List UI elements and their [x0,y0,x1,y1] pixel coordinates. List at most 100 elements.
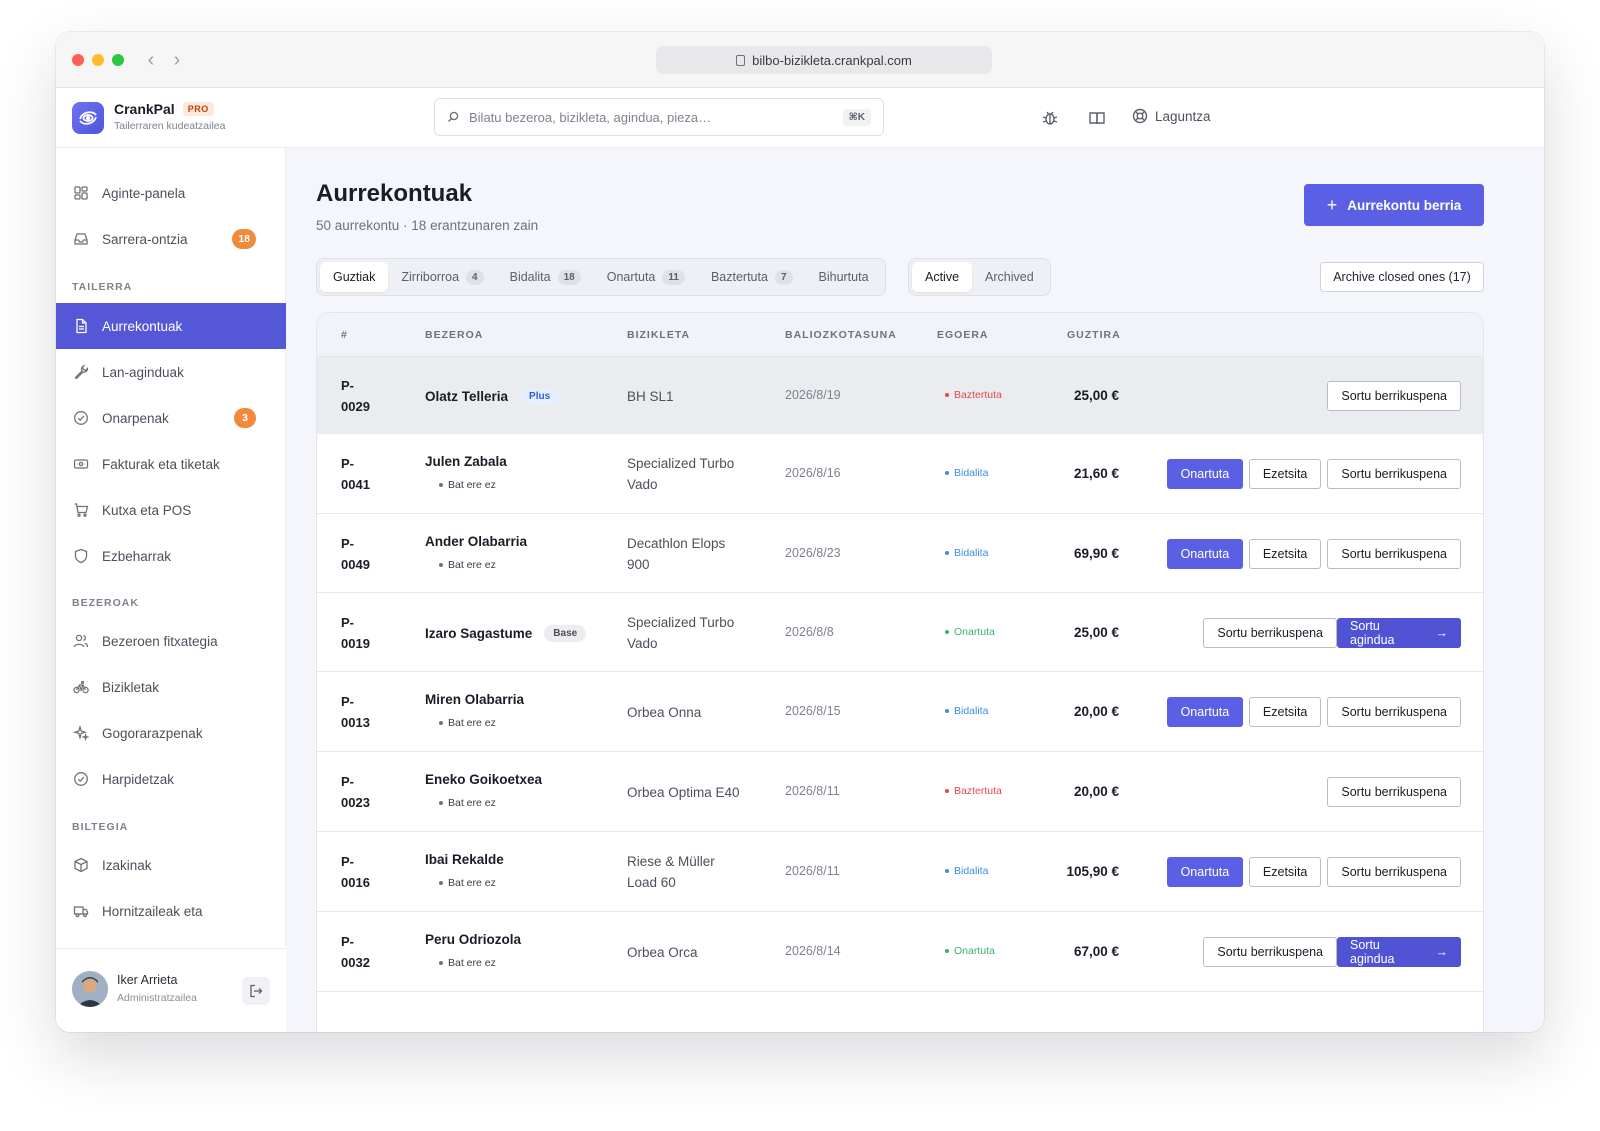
sidebar-item-approvals[interactable]: Onarpenak 3 [56,395,286,441]
tab-active[interactable]: Active [912,262,973,292]
quote-id-prefix: P- [341,934,354,949]
customer-name-cell[interactable]: Ander Olabarria [425,534,527,549]
sidebar-item-dashboard[interactable]: Aginte-panela [56,170,286,216]
create-revision-button[interactable]: Sortu berrikuspena [1203,937,1337,967]
sidebar-item-customers[interactable]: Bezeroen fitxategia [56,618,286,664]
archive-closed-button[interactable]: Archive closed ones (17) [1320,262,1484,292]
customer-name-cell[interactable]: Ibai Rekalde [425,852,504,867]
table-row[interactable]: P- 0023 Eneko Goikoetxea Bat ere ez Orbe… [317,752,1483,832]
reject-button[interactable]: Ezetsita [1248,459,1322,489]
create-revision-button[interactable]: Sortu berrikuspena [1203,617,1337,648]
tab-sent[interactable]: Bidalita 18 [497,262,594,292]
sidebar-item-stock[interactable]: Izakinak [56,842,286,888]
create-revision-button[interactable]: Sortu berrikuspena [1327,459,1461,489]
logout-button[interactable] [242,977,270,1005]
tab-approved[interactable]: Onartuta 11 [594,262,698,292]
table-row[interactable]: P- 0029 Olatz Telleria Plus BH SL1 2026/8/… [317,357,1483,434]
create-revision-button[interactable]: Sortu berrikuspena [1327,380,1461,411]
app-logo-icon[interactable] [72,102,104,134]
help-button[interactable]: Laguntza [1132,108,1211,124]
tab-label: Bihurtuta [818,270,869,284]
reject-button[interactable]: Ezetsita [1248,697,1322,727]
column-header[interactable]: BALIOZKOTASUNA [785,329,897,341]
quote-id[interactable]: P- 0029 [341,375,381,417]
reject-button[interactable]: Ezetsita [1248,538,1322,569]
sidebar-item-reminders[interactable]: Gogorarazpenak [56,710,286,756]
customer-name-cell[interactable]: Julen Zabala [425,454,507,469]
approve-button[interactable]: Onartuta [1166,697,1243,727]
sidebar-item-subscriptions[interactable]: Harpidetzak [56,756,286,802]
column-header[interactable]: BIZIKLETA [627,329,690,341]
logout-icon [250,984,263,998]
customer-name-cell[interactable]: Miren Olabarria [425,692,524,707]
sidebar-item-incidents[interactable]: Ezbeharrak [56,533,286,579]
create-order-button[interactable]: Sortu agindua → [1337,617,1461,648]
quote-id-number: 0029 [341,398,370,414]
approve-button[interactable]: Onartuta [1166,459,1243,489]
tab-count: 4 [466,269,484,285]
quote-id[interactable]: P- 0049 [341,533,381,575]
quote-id[interactable]: P- 0032 [341,931,381,973]
status-badge: Baztertuta [945,389,1002,401]
column-header[interactable]: EGOERA [937,329,989,341]
sidebar-item-pos[interactable]: Kutxa eta POS [56,487,286,533]
book-icon[interactable] [1087,108,1107,128]
back-arrow-icon[interactable]: ‹ [140,46,162,74]
sidebar-item-bikes[interactable]: Bizikletak [56,664,286,710]
approve-button[interactable]: Onartuta [1166,538,1243,569]
address-bar[interactable]: bilbo-bizikleta.crankpal.com [656,46,992,74]
quote-id[interactable]: P- 0019 [341,612,381,654]
customer-name-cell[interactable]: Eneko Goikoetxea [425,772,542,787]
total-amount: 69,90 € [1073,545,1119,561]
table-row[interactable]: P- 0013 Miren Olabarria Bat ere ez Orbea… [317,672,1483,752]
tab-converted[interactable]: Bihurtuta [806,262,882,292]
create-revision-button[interactable]: Sortu berrikuspena [1327,697,1461,727]
tab-all[interactable]: Guztiak [320,262,389,292]
customer-plan-none: Bat ere ez [439,479,496,491]
sidebar-item-inbox[interactable]: Sarrera-ontzia 18 [56,216,286,262]
app-header: CrankPal PRO Tailerraren kudeatzailea Bi… [56,88,1544,148]
status-dot-icon [945,392,949,397]
customer-name-cell[interactable]: Olatz Telleria Plus [425,387,560,405]
create-revision-button[interactable]: Sortu berrikuspena [1327,777,1461,807]
approve-button[interactable]: Onartuta [1166,857,1243,887]
create-revision-button[interactable]: Sortu berrikuspena [1327,538,1461,569]
table-row[interactable]: P- 0019 Izaro Sagastume Base Specialized … [317,593,1483,672]
sidebar-item-invoices[interactable]: Fakturak eta tiketak [56,441,286,487]
table-row[interactable]: P- 0041 Julen Zabala Bat ere ez Speciali… [317,434,1483,514]
table-row[interactable]: P- 0049 Ander Olabarria Bat ere ez Decat… [317,514,1483,593]
column-header[interactable]: GUZTIRA [1067,329,1121,341]
status-dot-icon [945,949,949,953]
new-quote-button[interactable]: + Aurrekontu berria [1304,184,1484,226]
quote-id[interactable]: P- 0041 [341,453,381,495]
avatar[interactable] [72,971,108,1007]
table-row[interactable]: P- 0016 Ibai Rekalde Bat ere ez Riese & … [317,832,1483,912]
quote-id[interactable]: P- 0013 [341,691,381,733]
maximize-window-button[interactable] [112,54,124,66]
tab-archived[interactable]: Archived [972,262,1047,292]
sidebar-item-label: Izakinak [102,857,152,873]
close-window-button[interactable] [72,54,84,66]
view-filter-tabs: Active Archived [908,258,1051,296]
column-header[interactable]: BEZEROA [425,329,483,341]
search-input[interactable]: Bilatu bezeroa, bizikleta, agindua, piez… [434,98,884,136]
status-badge: Baztertuta [945,785,1002,797]
quote-id[interactable]: P- 0023 [341,771,381,813]
customer-name-cell[interactable]: Peru Odriozola [425,932,521,947]
plan-badge: Base [544,624,587,642]
tab-rejected[interactable]: Baztertuta 7 [698,262,806,292]
quote-id[interactable]: P- 0016 [341,851,381,893]
forward-arrow-icon[interactable]: › [166,46,188,74]
customer-name: Ibai Rekalde [425,852,504,867]
table-row[interactable]: P- 0032 Peru Odriozola Bat ere ez Orbea … [317,912,1483,992]
create-order-button[interactable]: Sortu agindua → [1337,937,1461,967]
bug-icon[interactable] [1040,108,1060,128]
minimize-window-button[interactable] [92,54,104,66]
sidebar-item-suppliers[interactable]: Hornitzaileak eta [56,888,286,934]
customer-name-cell[interactable]: Izaro Sagastume Base [425,624,587,642]
sidebar-item-quotes[interactable]: Aurrekontuak [56,303,286,349]
tab-draft[interactable]: Zirriborroa 4 [388,262,496,292]
create-revision-button[interactable]: Sortu berrikuspena [1327,857,1461,887]
reject-button[interactable]: Ezetsita [1248,857,1322,887]
sidebar-item-work-orders[interactable]: Lan-aginduak [56,349,286,395]
